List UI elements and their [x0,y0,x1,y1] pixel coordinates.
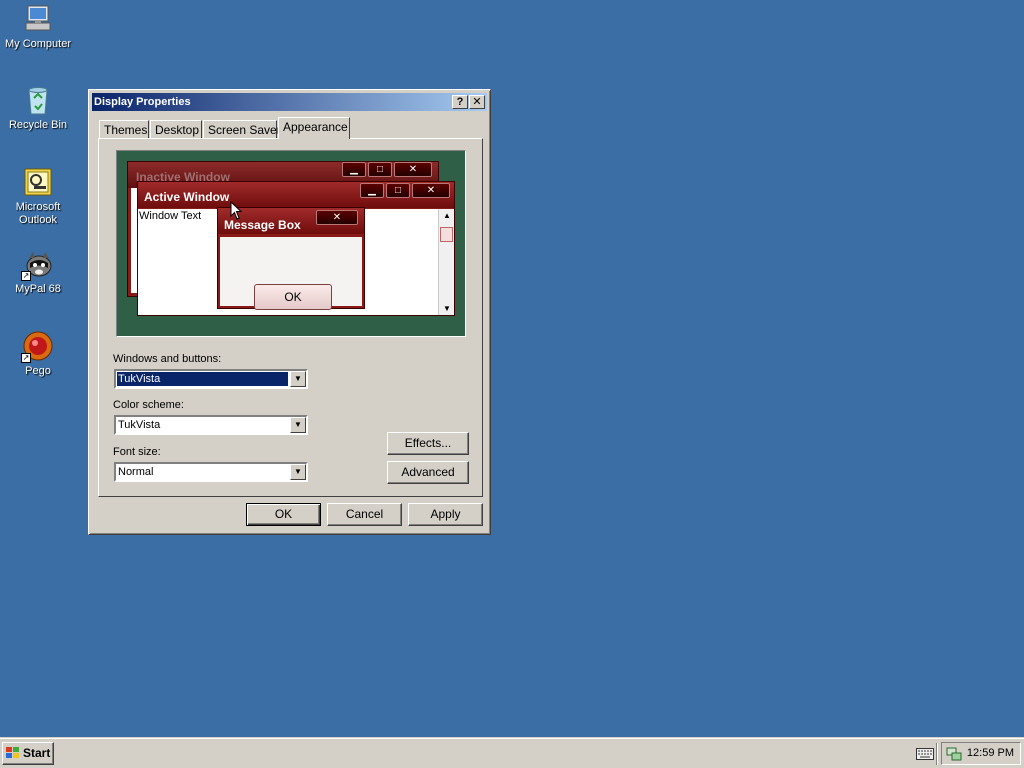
close-button[interactable]: ✕ [469,95,485,109]
mypal-icon: ↗ [21,248,54,281]
scroll-thumb [440,227,453,242]
outlook-icon [22,166,54,198]
preview-message-buttons: ✕ [316,210,358,226]
close-icon: ✕ [412,183,450,198]
windows-buttons-value: TukVista [117,372,288,386]
appearance-preview: Inactive Window ▁ □ ✕ Active Window ▁ □ [116,150,466,337]
preview-message-box: Message Box ✕ OK [217,207,365,310]
mouse-cursor-icon [230,201,242,220]
desktop-icon-label: Microsoft Outlook [15,201,61,226]
font-size-value: Normal [118,466,154,478]
cancel-button[interactable]: Cancel [327,503,402,526]
tab-appearance[interactable]: Appearance [278,117,350,139]
minimize-icon: ▁ [360,183,384,198]
tray-separator [936,743,938,765]
shortcut-arrow-icon: ↗ [21,353,31,363]
preview-scrollbar: ▲ ▼ [438,209,454,315]
display-properties-dialog: Display Properties ? ✕ Themes Desktop Sc… [88,89,491,535]
maximize-icon: □ [368,162,392,177]
preview-active-title: Active Window [144,190,230,204]
desktop-icon-label: Recycle Bin [8,119,68,131]
scroll-down-icon: ▼ [443,304,451,313]
chevron-down-icon[interactable]: ▼ [290,371,306,387]
ok-button[interactable]: OK [246,503,321,526]
tab-themes[interactable]: Themes [99,120,149,139]
desktop-icon-recycle-bin[interactable]: Recycle Bin [2,84,74,132]
keyboard-icon[interactable] [916,748,934,760]
desktop-icon-label: MyPal 68 [15,283,61,295]
desktop-icon-outlook[interactable]: Microsoft Outlook [2,166,74,227]
desktop-icon-pego[interactable]: ↗ Pego [2,330,74,378]
preview-inactive-buttons: ▁ □ ✕ [342,162,432,178]
clock[interactable]: 12:59 PM [967,747,1014,759]
desktop-icon-my-computer[interactable]: My Computer [2,3,74,51]
taskbar: Start 12:59 PM [0,738,1024,768]
effects-button[interactable]: Effects... [387,432,469,455]
desktop-icon-label: Pego [25,365,51,377]
close-icon: ✕ [394,162,432,177]
dialog-title: Display Properties [94,96,191,108]
recycle-bin-icon [22,84,54,116]
close-icon: ✕ [316,210,358,225]
preview-message-body: OK [220,237,362,310]
preview-active-buttons: ▁ □ ✕ [360,183,450,199]
apply-button[interactable]: Apply [408,503,483,526]
font-size-select[interactable]: Normal ▼ [114,462,308,482]
minimize-icon: ▁ [342,162,366,177]
preview-ok-button: OK [254,284,332,310]
my-computer-icon [22,3,54,35]
scroll-up-icon: ▲ [443,211,451,220]
help-button[interactable]: ? [452,95,468,109]
tab-desktop[interactable]: Desktop [150,120,202,139]
desktop-icon-label: My Computer [4,38,72,50]
maximize-icon: □ [386,183,410,198]
start-label: Start [23,746,51,760]
windows-buttons-select[interactable]: TukVista ▼ [114,369,308,389]
advanced-button[interactable]: Advanced [387,461,469,484]
pego-icon: ↗ [21,330,54,363]
preview-active-titlebar: Active Window ▁ □ ✕ [138,182,454,208]
desktop-icon-mypal[interactable]: ↗ MyPal 68 [2,248,74,296]
shortcut-arrow-icon: ↗ [21,271,31,281]
chevron-down-icon[interactable]: ▼ [290,417,306,433]
appearance-panel: Inactive Window ▁ □ ✕ Active Window ▁ □ [98,138,483,497]
windows-buttons-label: Windows and buttons: [113,353,222,365]
system-tray: 12:59 PM [941,742,1021,765]
color-scheme-select[interactable]: TukVista ▼ [114,415,308,435]
font-size-label: Font size: [113,446,161,458]
dialog-titlebar[interactable]: Display Properties ? ✕ [92,93,487,111]
chevron-down-icon[interactable]: ▼ [290,464,306,480]
preview-window-text: Window Text [139,210,202,222]
tab-screen-saver[interactable]: Screen Saver [203,120,281,139]
color-scheme-value: TukVista [118,419,161,431]
start-button[interactable]: Start [2,742,54,765]
color-scheme-label: Color scheme: [113,399,184,411]
windows-logo-icon [6,747,19,758]
network-tray-icon[interactable] [946,746,962,762]
